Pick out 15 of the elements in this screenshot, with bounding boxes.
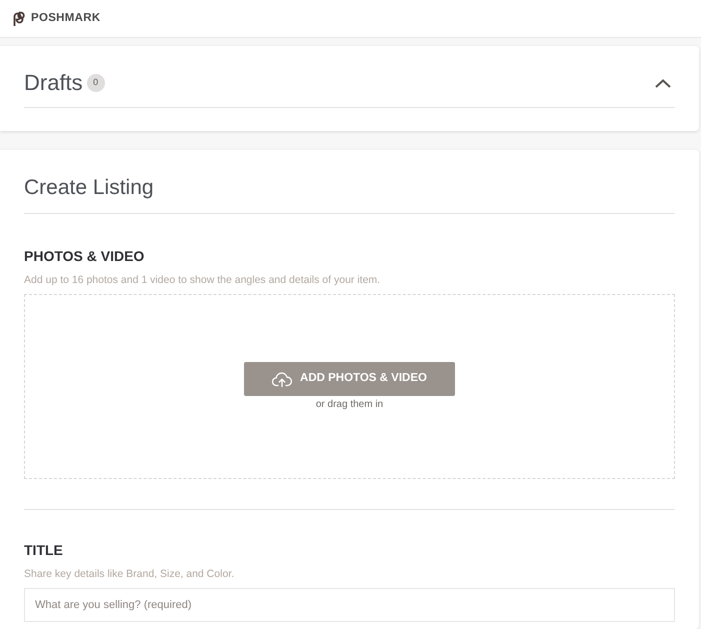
section-heading: PHOTOS & VIDEO <box>24 247 146 265</box>
logo-icon <box>12 11 25 26</box>
chevron-icon <box>655 78 671 88</box>
create-listing-title: Create Listing <box>24 175 155 201</box>
upload-dropzone[interactable]: ADD PHOTOS & VIDEO or drag them in <box>24 294 675 479</box>
section-hint: Share key details like Brand, Size, and Color. <box>24 567 236 581</box>
logo-text[interactable]: POSHMARK <box>31 10 100 28</box>
add-photos-button[interactable]: ADD PHOTOS & VIDEO <box>244 362 455 396</box>
cloud-upload-icon <box>272 372 292 386</box>
title-input[interactable]: What are you selling? (required) <box>24 588 675 622</box>
drafts-title: Drafts <box>24 69 83 97</box>
drag-hint: or drag them in <box>316 398 384 411</box>
section-hint: Add up to 16 photos and 1 video to show the angles and details of your item. <box>24 273 382 287</box>
drafts-count-badge: 0 <box>86 74 105 92</box>
section-heading: TITLE <box>24 541 64 559</box>
